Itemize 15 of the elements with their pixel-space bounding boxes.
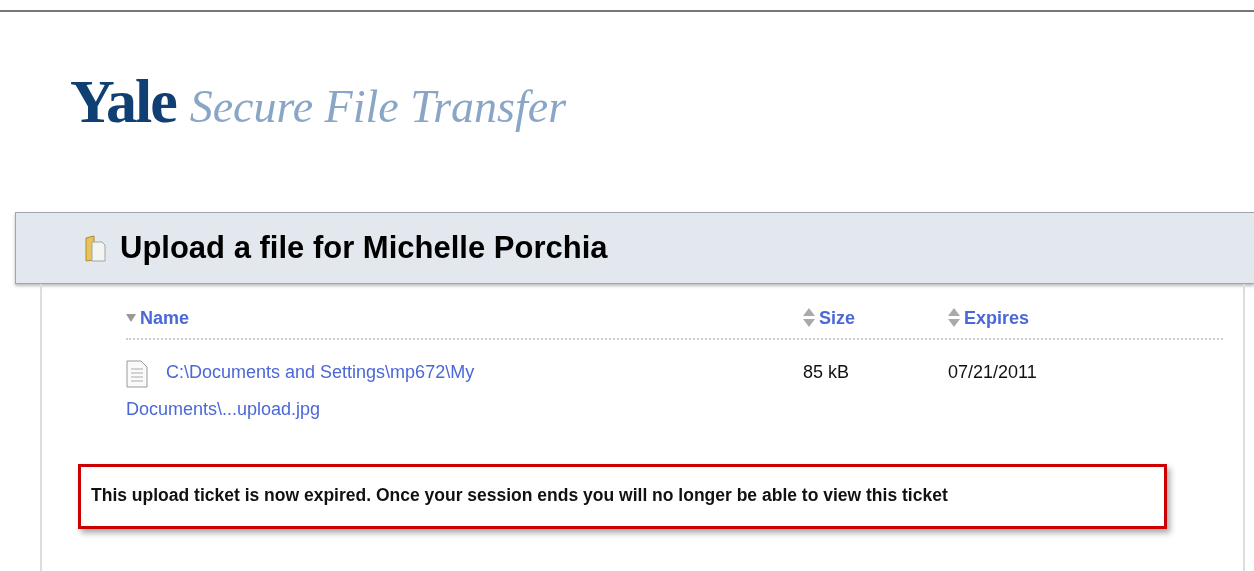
column-header[interactable]: Name	[126, 307, 803, 329]
document-icon	[126, 360, 148, 388]
sort-icon	[803, 308, 815, 328]
column-header[interactable]: Size	[803, 307, 948, 329]
expired-notice: This upload ticket is now expired. Once your session ends you will no longer be able to view this ticket	[78, 464, 1167, 529]
table-cell-text: 07/21/2011	[948, 361, 1038, 384]
column-header[interactable]: Expires	[948, 307, 1148, 329]
file-link[interactable]: C:\Documents and Settings\mp672\My Documents\...upload.jpg	[126, 354, 556, 428]
sort-icon	[948, 308, 960, 328]
sort-down-icon	[126, 314, 136, 322]
folder-icon	[84, 234, 106, 262]
table-cell-text: 85 kB	[803, 361, 851, 384]
logo-brand: Yale	[70, 66, 176, 137]
panel-title: Upload a file for Michelle Porchia	[120, 230, 608, 266]
logo-product: Secure File Transfer	[189, 80, 567, 133]
